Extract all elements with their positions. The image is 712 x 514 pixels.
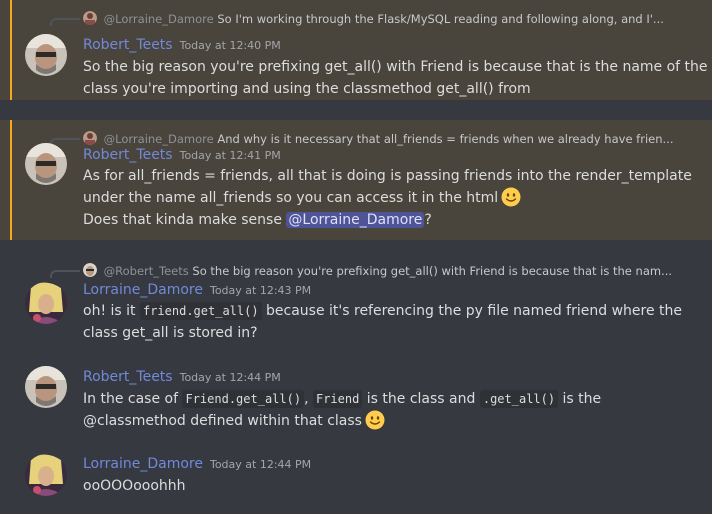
message-content: As for all_friends = friends, all that i… — [83, 165, 692, 231]
message-header: Robert_Teets Today at 12:44 PM — [83, 369, 281, 385]
avatar[interactable] — [25, 282, 67, 324]
inline-code: Friend — [312, 390, 363, 408]
message-group[interactable]: @Lorraine_Damore So I'm working through … — [0, 0, 712, 100]
message-text: because it's referencing the py file nam… — [261, 303, 683, 319]
message-text: Does that kinda make sense — [83, 212, 287, 228]
username[interactable]: Lorraine_Damore — [83, 456, 203, 472]
slightly-smiling-face-icon — [365, 410, 385, 430]
chat-messages: @Lorraine_Damore So I'm working through … — [0, 0, 712, 514]
avatar[interactable] — [25, 34, 67, 76]
inline-code: friend.get_all() — [139, 302, 262, 320]
message-header: Lorraine_Damore Today at 12:44 PM — [83, 456, 311, 472]
timestamp: Today at 12:44 PM — [209, 458, 312, 471]
reply-text: So I'm working through the Flask/MySQL r… — [217, 12, 664, 26]
message-line: class you're importing and using the cla… — [83, 81, 531, 97]
reply-username[interactable]: @Robert_Teets — [104, 264, 189, 278]
reply-preview[interactable]: @Robert_Teets So the big reason you're p… — [83, 263, 672, 279]
reply-preview[interactable]: @Lorraine_Damore And why is it necessary… — [83, 131, 674, 147]
user-mention[interactable]: @Lorraine_Damore — [286, 212, 425, 228]
message-line: class get_all is stored in? — [83, 325, 258, 341]
message-content: oh! is it friend.get_all() because it's … — [83, 300, 683, 344]
reply-username[interactable]: @Lorraine_Damore — [104, 132, 214, 146]
message-content: So the big reason you're prefixing get_a… — [83, 56, 708, 100]
message-text: ? — [424, 212, 432, 228]
timestamp: Today at 12:44 PM — [179, 371, 281, 384]
message-text: is the class and — [362, 391, 480, 407]
message-line: oh! is it friend.get_all() because it's … — [83, 300, 683, 322]
avatar[interactable] — [25, 454, 67, 496]
message-header: Robert_Teets Today at 12:40 PM — [83, 37, 281, 53]
message-content: In the case of Friend.get_all(), Friend … — [83, 388, 683, 432]
message-header: Robert_Teets Today at 12:41 PM — [83, 147, 281, 163]
reply-connector — [50, 270, 80, 278]
message-group[interactable]: @Lorraine_Damore And why is it necessary… — [0, 120, 712, 240]
message-line: under the name all_friends so you can ac… — [83, 187, 683, 209]
message-line: In the case of Friend.get_all(), Friend … — [83, 388, 683, 410]
message-line: ooOOOooohhh — [83, 478, 186, 494]
message-text: under the name all_friends so you can ac… — [83, 190, 499, 206]
message-header: Lorraine_Damore Today at 12:43 PM — [83, 282, 311, 298]
reply-username[interactable]: @Lorraine_Damore — [104, 12, 214, 26]
message-group[interactable]: Robert_Teets Today at 12:44 PM In the cas… — [0, 364, 712, 444]
timestamp: Today at 12:41 PM — [179, 149, 281, 162]
username[interactable]: Lorraine_Damore — [83, 282, 203, 298]
message-text: In the case of — [83, 391, 183, 407]
message-group[interactable]: @Robert_Teets So the big reason you're p… — [0, 252, 712, 352]
message-text: is the — [558, 391, 602, 407]
message-line: Does that kinda make sense @Lorraine_Dam… — [83, 209, 683, 231]
message-line: @classmethod defined within that class — [83, 410, 683, 432]
avatar[interactable] — [25, 366, 67, 408]
message-group[interactable]: Lorraine_Damore Today at 12:44 PM ooOOOoo… — [0, 450, 712, 510]
timestamp: Today at 12:40 PM — [179, 39, 281, 52]
inline-code: Friend.get_all() — [182, 390, 305, 408]
message-text: oh! is it — [83, 303, 140, 319]
reply-preview[interactable]: @Lorraine_Damore So I'm working through … — [83, 11, 664, 27]
reply-connector — [50, 18, 80, 26]
timestamp: Today at 12:43 PM — [209, 284, 312, 297]
message-text: , — [304, 391, 313, 407]
avatar[interactable] — [25, 143, 67, 185]
reply-text: So the big reason you're prefixing get_a… — [192, 264, 673, 278]
username[interactable]: Robert_Teets — [83, 147, 173, 163]
reply-avatar — [83, 131, 97, 145]
slightly-smiling-face-icon — [501, 187, 521, 207]
message-line: As for all_friends = friends, all that i… — [83, 168, 692, 184]
reply-avatar — [83, 263, 97, 277]
message-line: So the big reason you're prefixing get_a… — [83, 59, 708, 75]
username[interactable]: Robert_Teets — [83, 37, 173, 53]
reply-text: And why is it necessary that all_friends… — [217, 132, 674, 146]
inline-code: .get_all() — [479, 390, 559, 408]
reply-avatar — [83, 11, 97, 25]
message-text: @classmethod defined within that class — [83, 413, 362, 429]
message-content: ooOOOooohhh — [83, 475, 683, 497]
username[interactable]: Robert_Teets — [83, 369, 173, 385]
